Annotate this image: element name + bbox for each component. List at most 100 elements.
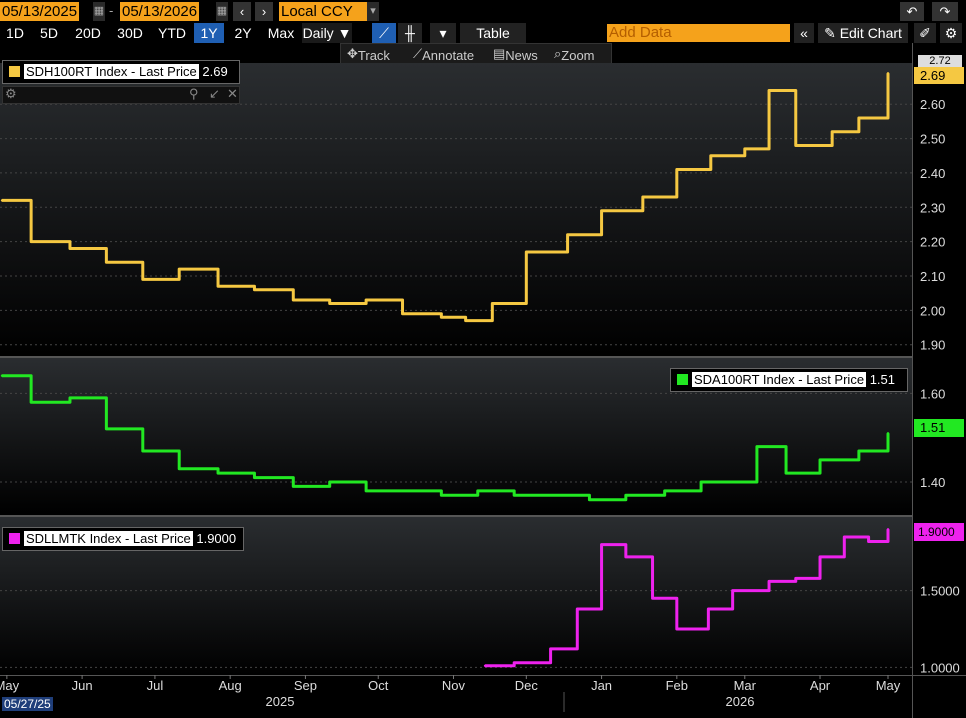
alt-value-tag: 2.72 bbox=[918, 55, 962, 67]
redo-icon[interactable]: ↷ bbox=[932, 2, 958, 21]
x-tick-label: Jun bbox=[72, 678, 93, 693]
period-5d[interactable]: 5D bbox=[32, 23, 66, 43]
close-icon[interactable]: ✕ bbox=[227, 86, 238, 102]
data-point bbox=[843, 535, 846, 539]
panel-separator bbox=[0, 356, 912, 358]
data-point bbox=[364, 298, 368, 302]
cursor-date: 05/27/25 bbox=[2, 697, 53, 711]
period-1d[interactable]: 1D bbox=[0, 23, 30, 43]
gear-icon[interactable]: ⚙ bbox=[940, 23, 962, 43]
x-tick-label: Jul bbox=[147, 678, 164, 693]
data-point bbox=[743, 147, 746, 151]
end-date-field[interactable]: 05/13/2026 bbox=[120, 2, 200, 21]
data-point bbox=[440, 316, 443, 319]
calendar-icon[interactable]: ▦ bbox=[216, 2, 228, 21]
data-point bbox=[483, 664, 487, 667]
period-ytd[interactable]: YTD bbox=[152, 23, 192, 43]
x-tick-label: Feb bbox=[666, 678, 688, 693]
data-point bbox=[818, 555, 822, 559]
period-2y[interactable]: 2Y bbox=[226, 23, 260, 43]
period-1y[interactable]: 1Y bbox=[194, 23, 224, 43]
data-point bbox=[794, 144, 797, 147]
y-tick-label: 2.60 bbox=[920, 97, 945, 112]
data-point bbox=[784, 471, 788, 475]
panel-background bbox=[0, 63, 912, 355]
data-point bbox=[651, 597, 654, 600]
legend-value: 1.9000 bbox=[196, 531, 237, 546]
currency-select[interactable]: Local CCY bbox=[279, 2, 369, 21]
add-data-input[interactable]: Add Data bbox=[607, 24, 790, 42]
top-toolbar: 05/13/2025 ▦ - 05/13/2026 ▦ ‹ › Local CC… bbox=[0, 0, 966, 23]
data-point bbox=[0, 199, 4, 202]
data-point bbox=[29, 401, 33, 404]
line-chart-icon[interactable]: ⟋ bbox=[372, 23, 396, 43]
frequency-select[interactable]: Daily ▼ bbox=[302, 23, 352, 43]
x-tick-label: May bbox=[876, 678, 901, 693]
data-point bbox=[767, 89, 771, 92]
x-axis-line bbox=[0, 675, 966, 676]
period-max[interactable]: Max bbox=[262, 23, 300, 43]
data-point bbox=[549, 494, 552, 497]
data-point bbox=[588, 498, 591, 501]
legend-sdllmtk[interactable]: SDLLMTK Index - Last Price 1.9000 bbox=[2, 527, 244, 551]
legend-swatch bbox=[9, 66, 20, 77]
calendar-icon[interactable]: ▦ bbox=[93, 2, 105, 21]
x-tick-label: Jan bbox=[591, 678, 612, 693]
edit-chart-label: Edit Chart bbox=[839, 25, 902, 41]
data-point bbox=[491, 302, 494, 305]
panel-separator bbox=[0, 515, 912, 517]
edit-icon[interactable]: ✐ bbox=[914, 23, 936, 43]
data-point bbox=[699, 480, 703, 484]
x-tick-label: Dec bbox=[515, 678, 539, 693]
data-point bbox=[857, 449, 861, 453]
date-dash: - bbox=[109, 3, 114, 18]
legend-sdh100rt[interactable]: SDH100RT Index - Last Price 2.69 bbox=[2, 60, 240, 84]
data-point bbox=[328, 480, 331, 484]
x-tick-label: Aug bbox=[219, 678, 242, 693]
data-point bbox=[29, 240, 33, 243]
chart-type-dropdown-icon[interactable]: ▾ bbox=[430, 23, 456, 43]
data-point bbox=[886, 432, 890, 435]
pencil-icon: ✎ bbox=[824, 25, 836, 41]
gear-icon[interactable]: ⚙ bbox=[5, 86, 17, 102]
data-point bbox=[328, 302, 331, 305]
data-point bbox=[731, 480, 734, 484]
data-point bbox=[576, 607, 579, 611]
shrink-icon[interactable]: ↙ bbox=[209, 86, 220, 102]
next-period-icon[interactable]: › bbox=[255, 2, 273, 21]
prev-period-icon[interactable]: ‹ bbox=[233, 2, 251, 21]
period-20d[interactable]: 20D bbox=[68, 23, 108, 43]
add-data-placeholder: Add Data bbox=[609, 24, 672, 41]
data-point bbox=[867, 540, 870, 543]
period-30d[interactable]: 30D bbox=[110, 23, 150, 43]
start-date-field[interactable]: 05/13/2025 bbox=[0, 2, 80, 21]
data-point bbox=[141, 278, 144, 281]
pin-icon[interactable]: ⚲ bbox=[189, 86, 199, 102]
y-tick-label: 1.60 bbox=[920, 386, 945, 401]
data-point bbox=[512, 494, 516, 497]
y-tick-label: 2.00 bbox=[920, 303, 945, 318]
edit-chart-button[interactable]: ✎ Edit Chart bbox=[818, 23, 908, 43]
y-tick-label: 2.40 bbox=[920, 166, 945, 181]
data-point bbox=[675, 627, 679, 631]
table-button[interactable]: Table bbox=[460, 23, 526, 43]
candlestick-icon[interactable]: ╫ bbox=[398, 23, 422, 43]
y-tick-label: 1.40 bbox=[920, 475, 945, 490]
data-point bbox=[525, 250, 528, 254]
data-point bbox=[401, 489, 404, 493]
x-year-label: 2026 bbox=[726, 694, 755, 709]
data-point bbox=[253, 288, 256, 291]
legend-sda100rt[interactable]: SDA100RT Index - Last Price 1.51 bbox=[670, 368, 908, 392]
chevron-down-icon[interactable]: ▾ bbox=[367, 2, 379, 21]
legend-swatch bbox=[9, 533, 20, 544]
data-point bbox=[624, 494, 628, 497]
collapse-icon[interactable]: « bbox=[794, 23, 814, 43]
data-point bbox=[216, 471, 220, 475]
data-point bbox=[105, 261, 108, 264]
legend-label: SDH100RT Index - Last Price bbox=[24, 64, 199, 79]
y-tick-label: 2.50 bbox=[920, 132, 945, 147]
period-toolbar: 1D 5D 20D 30D YTD 1Y 2Y Max Daily ▼ ⟋ ╫ … bbox=[0, 23, 966, 43]
data-point bbox=[767, 580, 771, 583]
x-tick-label: Mar bbox=[734, 678, 757, 693]
undo-icon[interactable]: ↶ bbox=[900, 2, 924, 21]
